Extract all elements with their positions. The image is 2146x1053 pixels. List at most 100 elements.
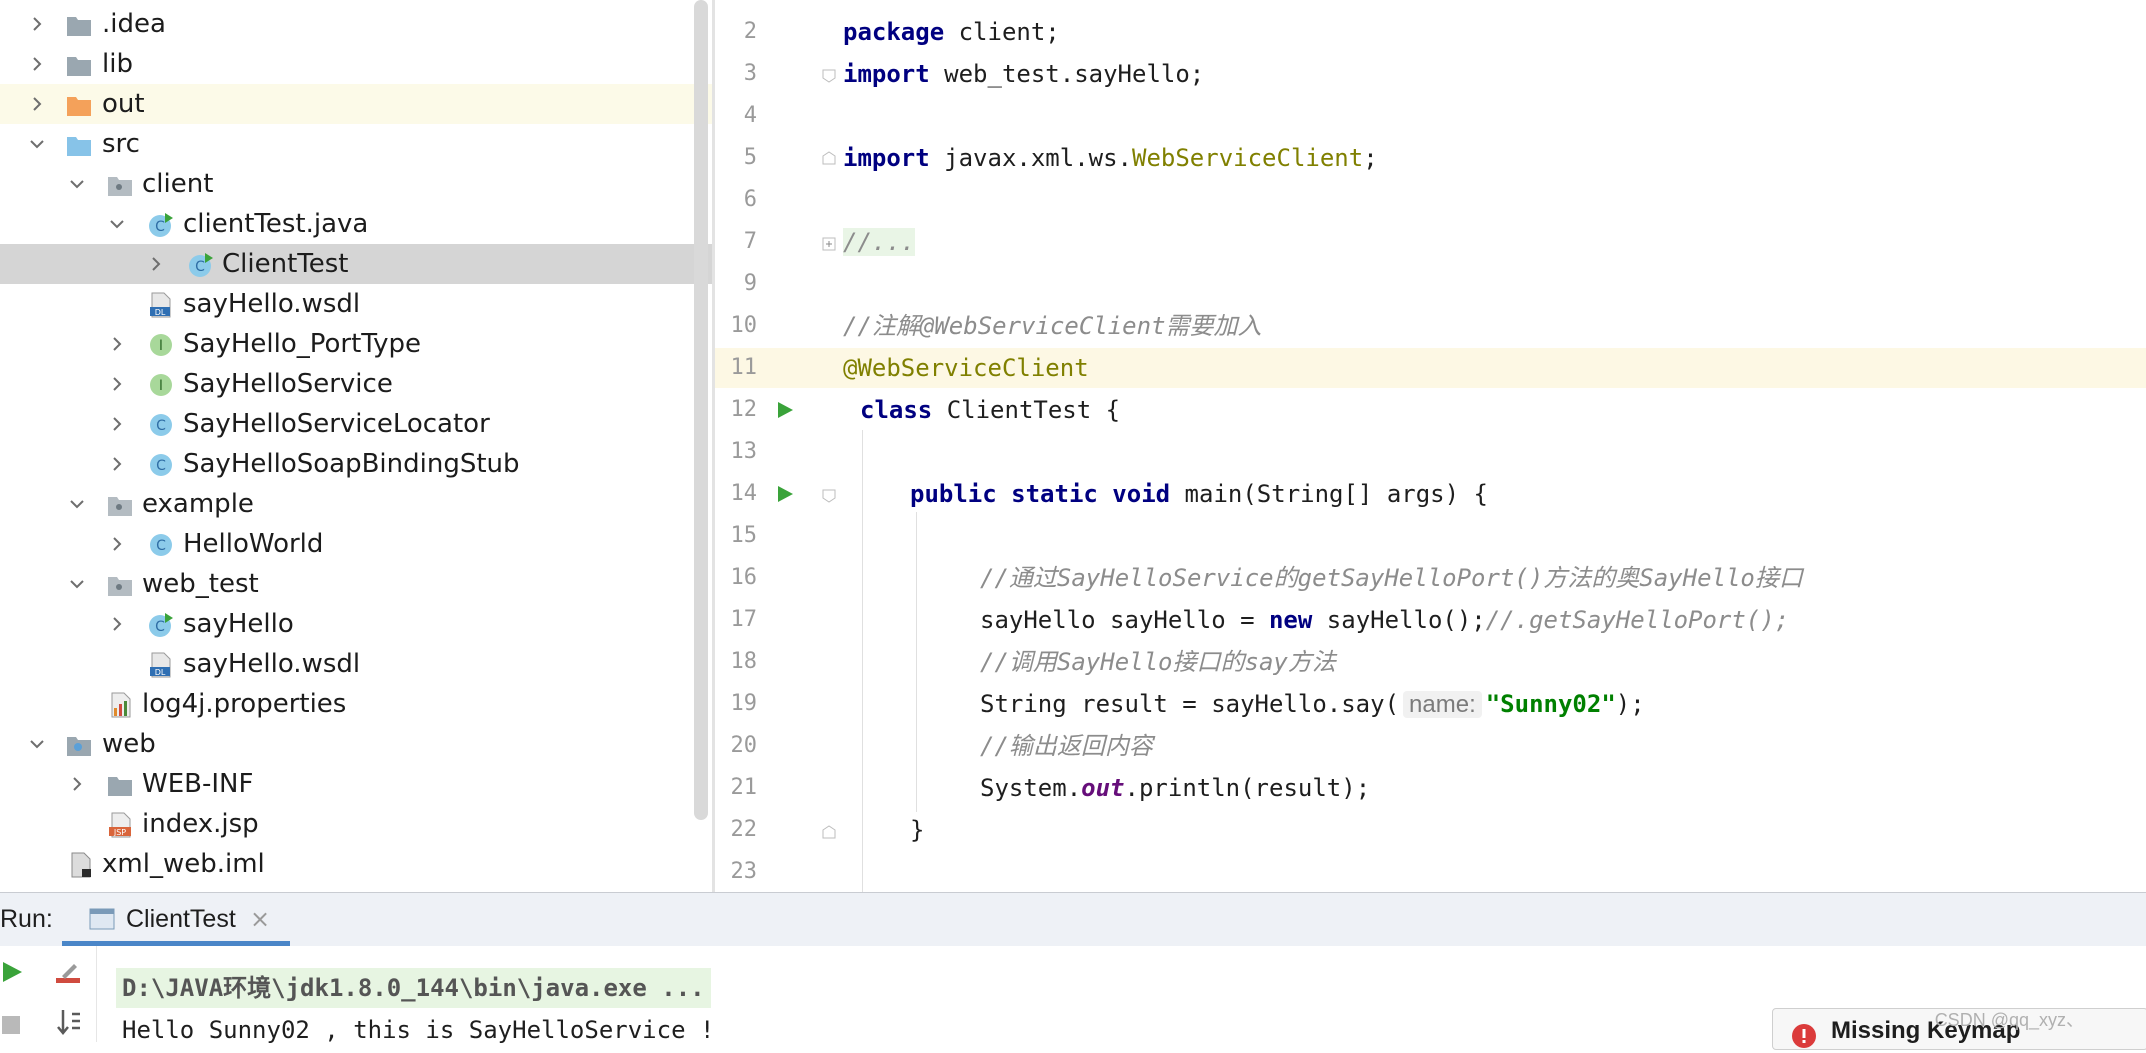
tree-item-sayhellosoapbindingstub[interactable]: C SayHelloSoapBindingStub [0,444,712,484]
chevron-right-icon[interactable] [109,456,125,472]
console-command-line: D:\JAVA环境\jdk1.8.0_144\bin\java.exe ... [116,968,711,1008]
tree-item-label: web [102,729,156,759]
chevron-right-icon[interactable] [109,336,125,352]
java-class-run-icon: C [148,612,174,638]
svg-text:DL: DL [155,308,166,317]
chevron-right-icon[interactable] [109,536,125,552]
fold-marker-icon[interactable] [822,68,836,83]
fold-marker-icon[interactable] [822,150,836,165]
svg-text:I: I [159,378,163,394]
tree-item-index-jsp[interactable]: JSP index.jsp [0,804,712,844]
tree-item-label: example [142,489,254,519]
chevron-down-icon[interactable] [109,216,125,232]
code-line-19: String result = sayHello.say(name: "Sunny… [980,684,1645,724]
code-text: ); [1615,690,1645,718]
svg-text:DL: DL [155,668,166,677]
tree-item-sayhello[interactable]: C sayHello [0,604,712,644]
folder-icon [66,12,92,38]
chevron-right-icon[interactable] [29,96,45,112]
chevron-right-icon[interactable] [29,16,45,32]
line-number: 14 [730,481,758,506]
fold-marker-icon[interactable] [822,824,836,839]
chevron-down-icon[interactable] [29,136,45,152]
line-number: 4 [743,103,757,128]
tree-item-label: web_test [142,569,259,599]
tree-scrollbar[interactable] [694,0,708,820]
tree-item-out[interactable]: out [0,84,712,124]
run-config-icon [88,905,116,933]
line-number: 13 [730,439,758,464]
chevron-right-icon[interactable] [148,256,164,272]
java-class-run-icon: C [148,212,174,238]
run-main-icon[interactable] [776,485,794,503]
folded-region[interactable]: //... [843,228,916,256]
sort-down-icon[interactable] [54,1008,82,1038]
svg-text:C: C [156,418,166,434]
chevron-right-icon[interactable] [69,776,85,792]
chevron-down-icon[interactable] [69,576,85,592]
code-line-22: } [910,810,924,850]
tree-item-sayhelloservice[interactable]: I SayHelloService [0,364,712,404]
tree-item-label: index.jsp [142,809,259,839]
tree-item-lib[interactable]: lib [0,44,712,84]
keyword: package [843,18,945,46]
tree-item-web[interactable]: web [0,724,712,764]
fold-marker-icon[interactable] [822,488,836,503]
tree-item-log4j-properties[interactable]: log4j.properties [0,684,712,724]
tree-item-sayhelloservicelocator[interactable]: C SayHelloServiceLocator [0,404,712,444]
code-line-18: //调用SayHello接口的say方法 [980,642,1336,682]
tree-item-helloworld[interactable]: C HelloWorld [0,524,712,564]
tree-item-sayhello-wsdl-2[interactable]: DL sayHello.wsdl [0,644,712,684]
tree-item-sayhello-wsdl[interactable]: DL sayHello.wsdl [0,284,712,324]
line-number: 7 [743,229,757,254]
chevron-down-icon[interactable] [69,496,85,512]
chevron-down-icon[interactable] [29,736,45,752]
tree-item-xml-web-iml[interactable]: xml_web.iml [0,844,712,884]
close-icon[interactable]: × [250,893,270,946]
wsdl-file-icon: DL [148,652,174,678]
chevron-right-icon[interactable] [29,56,45,72]
code-text: sayHello sayHello = [980,606,1269,634]
tree-item-label: clientTest.java [183,209,369,239]
tree-item-web-test[interactable]: web_test [0,564,712,604]
tree-item-sayhello-porttype[interactable]: I SayHello_PortType [0,324,712,364]
run-tab-clienttest[interactable]: ClientTest × [62,893,290,946]
string-literal: "Sunny02" [1485,690,1616,718]
package-icon [107,572,133,598]
parameter-hint: name: [1403,691,1482,718]
tree-item-label: .idea [102,9,166,39]
chevron-right-icon[interactable] [109,416,125,432]
tree-item-idea[interactable]: .idea [0,4,712,44]
code-text: System. [980,774,1082,802]
tree-item-label: out [102,89,145,119]
code-text: web_test.sayHello; [929,60,1205,88]
stop-icon[interactable] [0,1014,22,1036]
code-line-5: import javax.xml.ws.WebServiceClient; [843,138,1378,178]
folder-source-icon [66,132,92,158]
fold-expand-icon[interactable] [822,236,836,251]
tree-item-label: sayHello.wsdl [183,289,361,319]
wsdl-file-icon: DL [148,292,174,318]
code-line-10: //注解@WebServiceClient需要加入 [843,306,1262,346]
line-number: 12 [730,397,758,422]
chevron-right-icon[interactable] [109,376,125,392]
tree-item-src[interactable]: src [0,124,712,164]
class-icon: C [148,452,174,478]
modify-run-config-icon[interactable] [54,958,82,986]
tree-item-web-inf[interactable]: WEB-INF [0,764,712,804]
code-line-20: //输出返回内容 [980,726,1153,766]
chevron-down-icon[interactable] [69,176,85,192]
class-icon: C [148,412,174,438]
code-text: ClientTest { [932,396,1121,424]
tree-item-clienttest[interactable]: C ClientTest [0,244,712,284]
chevron-right-icon[interactable] [109,616,125,632]
tree-item-client[interactable]: client [0,164,712,204]
svg-text:C: C [156,458,166,474]
indent-guide [916,512,917,812]
run-class-icon[interactable] [776,401,794,419]
rerun-icon[interactable] [0,960,24,984]
comment: //调用SayHello接口的say方法 [980,648,1336,676]
tree-item-clienttest-java[interactable]: C clientTest.java [0,204,712,244]
tree-item-example[interactable]: example [0,484,712,524]
tree-item-label: SayHelloSoapBindingStub [183,449,520,479]
